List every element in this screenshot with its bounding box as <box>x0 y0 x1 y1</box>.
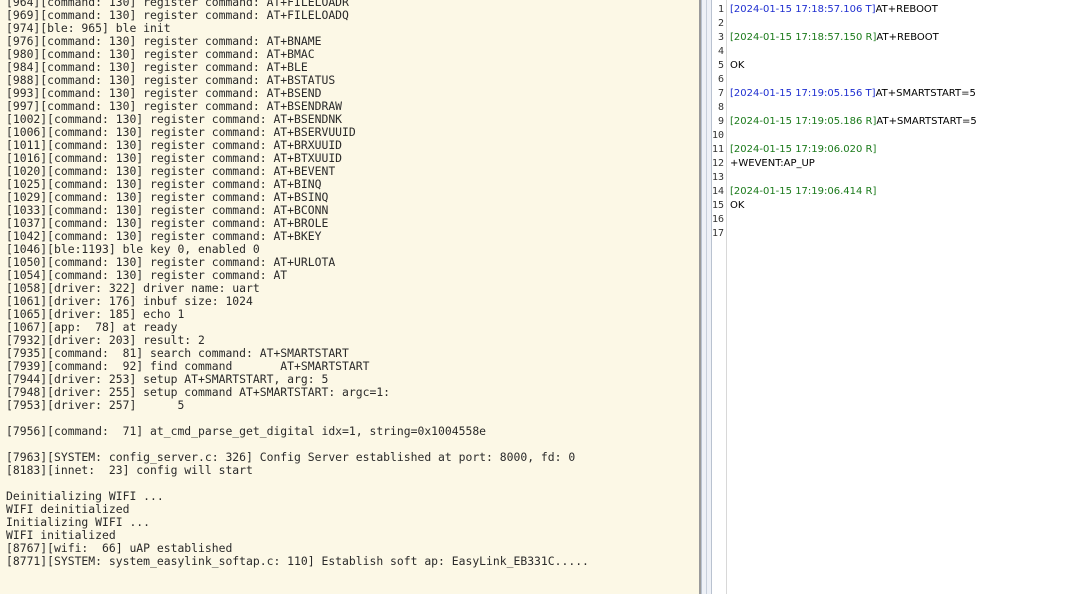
log-text: [2024-01-15 17:18:57.106 T]AT+REBOOT <box>730 3 938 17</box>
serial-console-panel[interactable]: [964][command: 130] register command: AT… <box>0 0 699 594</box>
log-message: AT+SMARTSTART=5 <box>876 116 977 127</box>
line-number: 5 <box>717 60 724 71</box>
log-line: 11 [2024-01-15 17:19:06.020 R] <box>712 143 876 157</box>
line-number: 6 <box>717 74 724 85</box>
log-line: 9 [2024-01-15 17:19:05.186 R]AT+SMARTSTAR… <box>712 115 977 129</box>
log-text: [2024-01-15 17:19:05.156 T]AT+SMARTSTART… <box>730 87 976 101</box>
log-text: [2024-01-15 17:18:57.150 R]AT+REBOOT <box>730 31 939 45</box>
log-timestamp: [2024-01-15 17:19:05.186 R] <box>730 116 877 127</box>
log-message: AT+REBOOT <box>876 32 939 43</box>
console-line: [7956][command: 71] at_cmd_parse_get_dig… <box>6 424 487 438</box>
log-line: 2 <box>712 17 724 31</box>
line-number: 15 <box>712 200 725 211</box>
at-log-panel[interactable]: 1 [2024-01-15 17:18:57.106 T]AT+REBOOT 2 3[… <box>712 0 1085 594</box>
log-text: [2024-01-15 17:19:05.186 R]AT+SMARTSTART… <box>730 115 977 129</box>
log-text: [2024-01-15 17:19:06.414 R] <box>730 185 876 199</box>
log-line: 15 OK <box>712 199 744 213</box>
log-timestamp: [2024-01-15 17:19:05.156 T] <box>730 88 876 99</box>
log-message: AT+SMARTSTART=5 <box>875 88 976 99</box>
line-number: 16 <box>712 214 725 225</box>
line-number: 4 <box>717 46 724 57</box>
console-line: [7953][driver: 257] 5 <box>6 398 185 412</box>
log-timestamp: [2024-01-15 17:18:57.150 R] <box>730 32 877 43</box>
splitter-grip <box>706 0 707 594</box>
log-line: 4 <box>712 45 724 59</box>
log-timestamp: [2024-01-15 17:19:06.414 R] <box>730 186 877 197</box>
log-line: 6 <box>712 73 724 87</box>
line-number: 14 <box>712 186 725 197</box>
line-number: 3 <box>717 32 724 43</box>
log-timestamp: [2024-01-15 17:18:57.106 T] <box>730 4 876 15</box>
line-number: 13 <box>712 172 725 183</box>
log-text: +WEVENT:AP_UP <box>730 157 815 171</box>
log-line: 5 OK <box>712 59 744 73</box>
line-number: 8 <box>717 102 724 113</box>
line-number: 7 <box>717 88 724 99</box>
log-text: [2024-01-15 17:19:06.020 R] <box>730 143 876 157</box>
log-line: 12 +WEVENT:AP_UP <box>712 157 815 171</box>
at-log-lines: 1 [2024-01-15 17:18:57.106 T]AT+REBOOT 2 3[… <box>712 3 977 241</box>
log-line: 3 [2024-01-15 17:18:57.150 R]AT+REBOOT <box>712 31 939 45</box>
line-number: 9 <box>717 116 724 127</box>
log-line: 16 <box>712 213 724 227</box>
log-line: 13 <box>712 171 724 185</box>
log-line: 8 <box>712 101 724 115</box>
console-line: [8771][SYSTEM: system_easylink_softap.c:… <box>6 554 589 568</box>
log-line: 10 <box>712 129 724 143</box>
log-message: AT+REBOOT <box>875 4 938 15</box>
log-line: 14 [2024-01-15 17:19:06.414 R] <box>712 185 876 199</box>
log-text: OK <box>730 199 744 213</box>
line-number: 1 <box>717 4 724 15</box>
console-output: [964][command: 130] register command: AT… <box>6 0 589 568</box>
line-number: 2 <box>717 18 724 29</box>
log-line: 7 [2024-01-15 17:19:05.156 T]AT+SMARTSTAR… <box>712 87 976 101</box>
line-number: 17 <box>712 228 725 239</box>
line-number: 10 <box>712 130 725 141</box>
log-message: +WEVENT:AP_UP <box>730 158 815 169</box>
log-text: OK <box>730 59 744 73</box>
log-line: 17 <box>712 227 724 241</box>
log-message: OK <box>730 60 745 71</box>
line-number: 11 <box>712 144 725 155</box>
line-number: 12 <box>712 158 725 169</box>
log-message: OK <box>730 200 745 211</box>
console-line: [8183][innet: 23] config will start <box>6 463 253 477</box>
splitter-handle[interactable] <box>701 0 712 594</box>
log-line: 1 [2024-01-15 17:18:57.106 T]AT+REBOOT <box>712 3 938 17</box>
log-timestamp: [2024-01-15 17:19:06.020 R] <box>730 144 877 155</box>
